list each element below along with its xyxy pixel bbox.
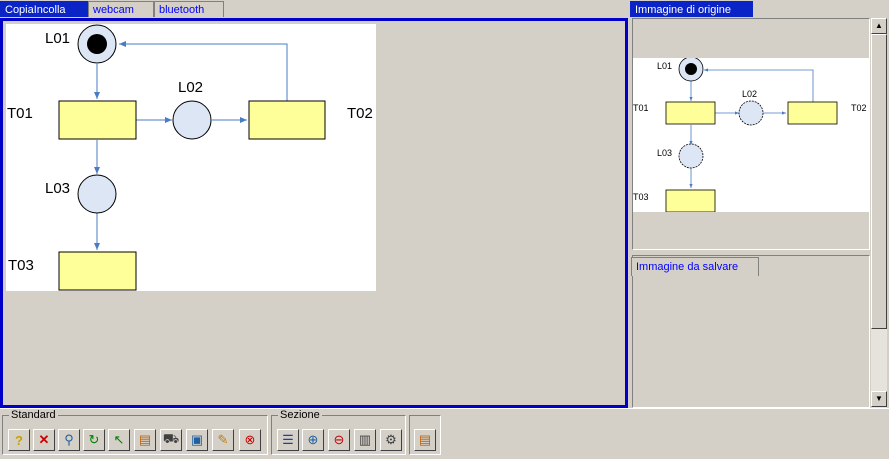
petri-net-diagram: L01 L02 L03 T01 T02 T03	[7, 24, 373, 291]
label-t02: T02	[347, 105, 373, 122]
delete-icon: ✕	[38, 432, 50, 447]
export-button[interactable]: ▤	[134, 429, 156, 451]
tab-webcam[interactable]: webcam	[88, 1, 154, 17]
label-l01: L01	[45, 30, 70, 47]
transition-t03	[58, 251, 137, 291]
preview-label-l03: L03	[657, 148, 672, 158]
preview-place	[738, 100, 764, 126]
preview-label-t03: T03	[633, 192, 649, 202]
cart-button[interactable]: ⛟	[160, 429, 182, 451]
section-list-icon: ☰	[282, 432, 294, 447]
preview-arc	[704, 68, 814, 102]
cart-icon: ⛟	[162, 431, 180, 446]
section-settings-icon: ⚙	[385, 432, 397, 447]
section-settings-button[interactable]: ⚙	[380, 429, 402, 451]
undo-button[interactable]: ↖	[108, 429, 130, 451]
export-icon: ▤	[138, 432, 152, 447]
group-label-sezione: Sezione	[278, 409, 322, 421]
group-label-standard: Standard	[9, 409, 58, 421]
extra-export-button[interactable]: ▤	[414, 429, 436, 451]
stop-button[interactable]: ⊗	[239, 429, 261, 451]
help-button[interactable]: ?	[8, 429, 30, 451]
preview-label-t02: T02	[851, 103, 867, 113]
stop-icon: ⊗	[244, 432, 256, 447]
vertical-scrollbar[interactable]: ▲ ▼	[871, 18, 887, 408]
preview-diagram: L01 L02 L03 T01 T02 T03	[633, 56, 867, 213]
section-remove-button[interactable]: ⊖	[328, 429, 350, 451]
section-add-button[interactable]: ⊕	[302, 429, 324, 451]
label-t01: T01	[7, 105, 33, 122]
tab-immagine-origine[interactable]: Immagine di origine	[630, 1, 753, 17]
transition-t01	[58, 100, 137, 140]
preview-transition	[665, 101, 716, 125]
scroll-down-icon[interactable]: ▼	[871, 391, 887, 407]
tab-copiaincolla[interactable]: CopiaIncolla	[0, 1, 88, 17]
section-list-button[interactable]: ☰	[277, 429, 299, 451]
token-icon	[87, 34, 107, 54]
preview-label-l01: L01	[657, 61, 672, 71]
section-lock-button[interactable]: ▥	[354, 429, 376, 451]
image-button[interactable]: ▣	[186, 429, 208, 451]
toolbar-group-standard: Standard ? ✕ ⚲ ↻ ↖ ▤ ⛟ ▣ ✎ ⊗	[2, 409, 268, 455]
search-icon: ⚲	[64, 432, 74, 447]
preview-token-icon	[685, 63, 697, 75]
preview-label-t01: T01	[633, 103, 649, 113]
scroll-thumb[interactable]	[871, 34, 887, 329]
bottom-toolbar: Standard ? ✕ ⚲ ↻ ↖ ▤ ⛟ ▣ ✎ ⊗ Sezione ☰ ⊕…	[0, 408, 889, 459]
origin-image-preview: L01 L02 L03 T01 T02 T03	[633, 56, 870, 213]
refresh-button[interactable]: ↻	[83, 429, 105, 451]
image-icon: ▣	[190, 432, 204, 447]
label-l02: L02	[178, 79, 203, 96]
zoom-icon: ✎	[217, 432, 229, 447]
toolbar-group-extra: ▤	[409, 415, 441, 455]
preview-place	[678, 143, 704, 169]
zoom-button[interactable]: ✎	[212, 429, 234, 451]
label-t03: T03	[8, 257, 34, 274]
save-image-panel	[632, 255, 870, 408]
preview-label-l02: L02	[742, 89, 757, 99]
preview-transition	[665, 189, 716, 213]
preview-transition	[787, 101, 838, 125]
toolbar-group-sezione: Sezione ☰ ⊕ ⊖ ▥ ⚙	[271, 409, 406, 455]
search-button[interactable]: ⚲	[58, 429, 80, 451]
undo-icon: ↖	[113, 432, 125, 447]
label-l03: L03	[45, 180, 70, 197]
section-add-icon: ⊕	[307, 432, 319, 447]
export-icon: ▤	[418, 432, 432, 447]
delete-button[interactable]: ✕	[33, 429, 55, 451]
section-lock-icon: ▥	[358, 432, 372, 447]
scroll-up-icon[interactable]: ▲	[871, 18, 887, 34]
tab-bluetooth[interactable]: bluetooth	[154, 1, 224, 17]
transition-t02	[248, 100, 326, 140]
place-l03	[77, 174, 117, 214]
help-icon: ?	[15, 432, 23, 448]
place-l02	[172, 100, 212, 140]
refresh-icon: ↻	[88, 432, 100, 447]
diagram-canvas: L01 L02 L03 T01 T02 T03	[6, 24, 376, 291]
section-remove-icon: ⊖	[333, 432, 345, 447]
tab-immagine-da-salvare[interactable]: Immagine da salvare	[631, 257, 759, 276]
